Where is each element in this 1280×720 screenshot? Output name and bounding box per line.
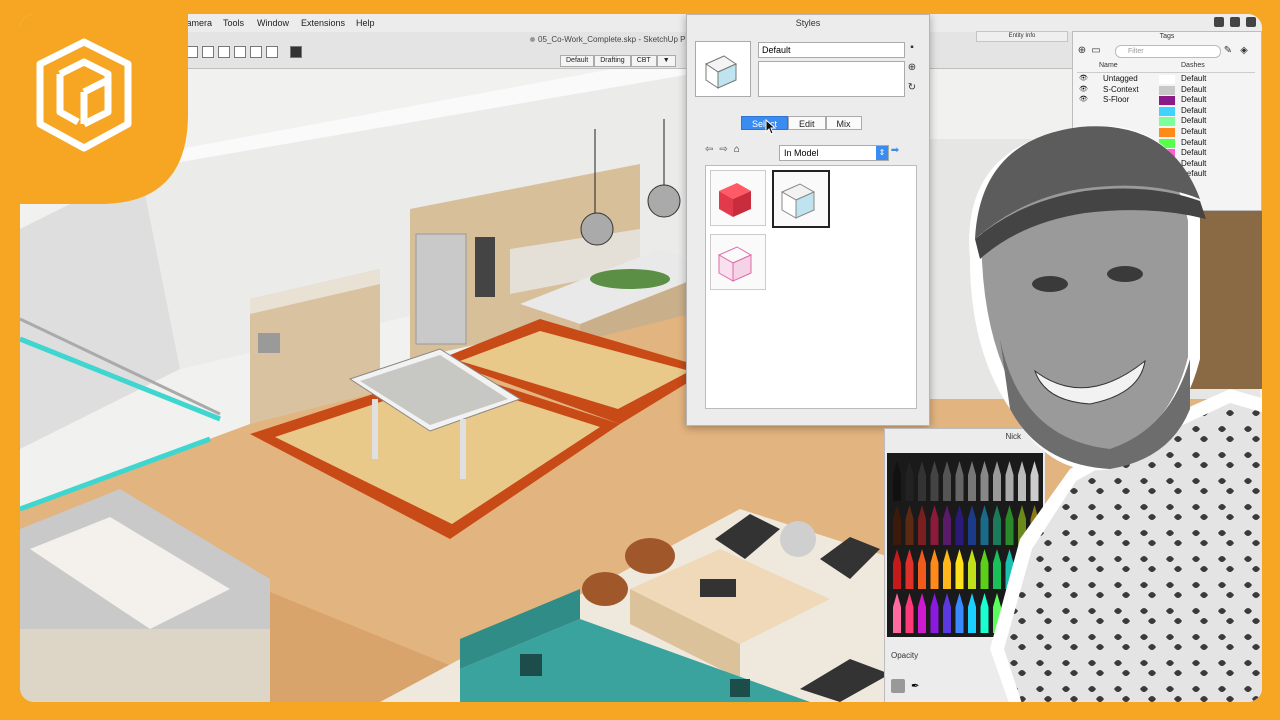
tags-panel-title: Tags <box>1159 33 1175 40</box>
presenter-photo <box>969 125 1262 702</box>
style-thumbnails-grid <box>705 165 917 409</box>
app-frame: Camera Tools Window Extensions Help 05_C… <box>20 14 1262 702</box>
tab-mix[interactable]: Mix <box>825 116 862 130</box>
styles-tab-group: Select Edit Mix <box>741 116 862 130</box>
tag-row[interactable]: 👁 Untagged Default <box>1077 74 1255 85</box>
style-tool-7-icon[interactable] <box>266 46 278 58</box>
collection-select[interactable]: In Model ⇕ <box>779 145 889 161</box>
details-icon[interactable]: ◈ <box>1239 46 1249 56</box>
xray-cube-icon <box>717 246 753 282</box>
style-thumb-red[interactable] <box>710 170 766 226</box>
wifi-icon <box>1246 17 1256 27</box>
tags-header: Name Dashes <box>1077 62 1255 73</box>
display-icon <box>1214 17 1224 27</box>
style-description-field[interactable] <box>758 61 905 97</box>
styles-panel: Styles Default ▪ ⊕ ↻ Select Edit Mix ⇦ ⇨… <box>686 14 930 426</box>
sketchup-logo <box>20 14 188 204</box>
style-thumb-xray[interactable] <box>710 234 766 290</box>
document-title-text: 05_Co-Work_Complete.skp - SketchUp P <box>538 35 686 44</box>
tag-dashes[interactable]: Default <box>1181 85 1206 94</box>
current-style-thumbnail <box>695 41 751 97</box>
tag-color-chip[interactable] <box>1159 85 1175 95</box>
tags-filter-input[interactable]: Filter <box>1115 45 1221 58</box>
scene-tab-drafting[interactable]: Drafting <box>594 55 631 67</box>
style-name-field[interactable]: Default <box>758 42 905 58</box>
cube-style-icon <box>704 55 738 89</box>
update-style-icon[interactable]: ↻ <box>907 83 917 93</box>
document-title: 05_Co-Work_Complete.skp - SketchUp P <box>530 35 685 44</box>
visibility-eye-icon[interactable]: 👁 <box>1079 85 1088 93</box>
scene-tabs: Default Drafting CBT ▼ <box>560 55 676 67</box>
tag-row[interactable]: 👁 S-Floor Default <box>1077 95 1255 106</box>
menu-help[interactable]: Help <box>356 18 375 28</box>
menu-extensions[interactable]: Extensions <box>301 18 345 28</box>
home-icon[interactable]: ⌂ <box>734 144 740 155</box>
collection-select-value: In Model <box>784 148 819 158</box>
add-folder-icon[interactable]: ▭ <box>1091 46 1101 56</box>
collection-nav: ⇦ ⇨ ⌂ <box>705 144 740 155</box>
style-tool-6-icon[interactable] <box>250 46 262 58</box>
style-tool-5-icon[interactable] <box>234 46 246 58</box>
tab-edit[interactable]: Edit <box>788 116 826 130</box>
styles-panel-title: Styles <box>795 18 821 28</box>
entity-info-tab[interactable]: Entity Info <box>976 31 1068 42</box>
tag-name: Untagged <box>1103 74 1138 83</box>
style-thumb-default[interactable] <box>772 170 830 228</box>
scene-tab-cbt[interactable]: CBT <box>630 55 657 67</box>
visibility-eye-icon[interactable]: 👁 <box>1079 74 1088 82</box>
visibility-eye-icon[interactable]: 👁 <box>1079 95 1088 103</box>
scene-tab-more[interactable]: ▼ <box>656 55 676 67</box>
tag-name: S-Floor <box>1103 95 1130 105</box>
tag-name: S-Context <box>1103 84 1139 94</box>
paint-bucket-icon[interactable] <box>290 46 302 58</box>
tag-color-chip[interactable] <box>1159 75 1175 84</box>
back-arrow-icon[interactable]: ⇦ <box>705 144 713 155</box>
style-tool-4-icon[interactable] <box>218 46 230 58</box>
col-name: Name <box>1099 62 1118 69</box>
tag-color-chip[interactable] <box>1159 96 1175 106</box>
details-arrow-icon[interactable]: ➡ <box>890 146 900 156</box>
tag-dashes[interactable]: Default <box>1181 74 1206 83</box>
save-style-icon[interactable]: ▪ <box>907 43 917 53</box>
add-tag-icon[interactable]: ⊕ <box>1077 46 1087 56</box>
menu-tools[interactable]: Tools <box>223 18 244 28</box>
red-cube-icon <box>719 183 751 217</box>
chevron-updown-icon: ⇕ <box>876 146 888 160</box>
paint-tag-icon[interactable]: ✎ <box>1223 46 1233 56</box>
default-cube-icon <box>780 183 816 219</box>
tag-row[interactable]: 👁 S-Context Default <box>1077 85 1255 96</box>
tag-dashes[interactable]: Default <box>1181 95 1206 104</box>
create-style-icon[interactable]: ⊕ <box>907 63 917 73</box>
document-icon <box>530 37 535 42</box>
forward-arrow-icon[interactable]: ⇨ <box>719 144 727 155</box>
style-tool-3-icon[interactable] <box>202 46 214 58</box>
battery-icon <box>1230 17 1240 27</box>
scene-tab-default[interactable]: Default <box>560 55 595 67</box>
mouse-cursor-icon <box>765 119 777 135</box>
col-dashes: Dashes <box>1181 62 1205 69</box>
menu-window[interactable]: Window <box>257 18 289 28</box>
status-icons <box>1214 17 1256 27</box>
